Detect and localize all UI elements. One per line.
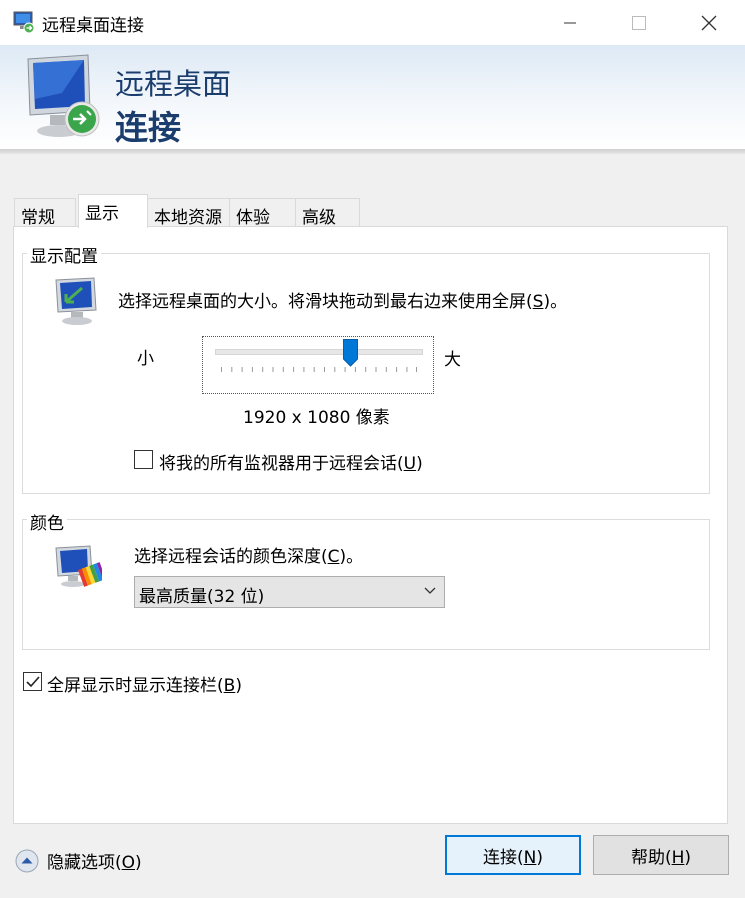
close-icon bbox=[701, 15, 717, 30]
minimize-icon bbox=[564, 22, 576, 23]
tab-label: 常规 bbox=[21, 208, 55, 228]
connection-bar-label: 全屏显示时显示连接栏(B) bbox=[47, 676, 242, 696]
color-depth-select[interactable]: 最高质量(32 位) bbox=[134, 576, 445, 608]
tab-advanced[interactable]: 高级 bbox=[295, 198, 360, 228]
tab-label: 高级 bbox=[302, 208, 336, 228]
chevron-down-icon bbox=[424, 587, 436, 594]
tab-label: 体验 bbox=[236, 208, 270, 228]
banner: 远程桌面 连接 bbox=[0, 45, 745, 149]
maximize-button bbox=[604, 0, 674, 45]
remote-desktop-icon bbox=[13, 11, 35, 34]
close-button[interactable] bbox=[674, 0, 744, 45]
connection-bar-checkbox[interactable] bbox=[23, 672, 42, 691]
banner-divider bbox=[0, 149, 745, 154]
color-depth-value: 最高质量(32 位) bbox=[139, 587, 265, 607]
help-button-label: 帮助(H) bbox=[630, 847, 692, 868]
banner-subtitle: 连接 bbox=[115, 108, 181, 147]
tab-general[interactable]: 常规 bbox=[14, 198, 76, 228]
hide-options-toggle[interactable]: 隐藏选项(O) bbox=[15, 848, 142, 873]
help-button[interactable]: 帮助(H) bbox=[593, 835, 729, 875]
tab-experience[interactable]: 体验 bbox=[229, 198, 296, 228]
resolution-readout: 1920 x 1080 像素 bbox=[243, 408, 390, 428]
tab-local-resources[interactable]: 本地资源 bbox=[147, 198, 230, 228]
color-depth-description: 选择远程会话的颜色深度(C)。 bbox=[134, 547, 364, 567]
slider-thumb[interactable] bbox=[342, 339, 358, 367]
slider-ticks bbox=[221, 367, 417, 372]
remote-desktop-monitor-icon bbox=[27, 54, 100, 137]
multi-monitor-checkbox[interactable] bbox=[134, 450, 153, 469]
tab-label: 显示 bbox=[85, 204, 119, 224]
hide-options-label: 隐藏选项(O) bbox=[47, 853, 142, 873]
window-title: 远程桌面连接 bbox=[42, 16, 144, 36]
tab-display[interactable]: 显示 bbox=[78, 194, 148, 228]
display-settings-icon bbox=[55, 277, 97, 325]
maximize-icon bbox=[632, 15, 646, 30]
display-size-slider[interactable] bbox=[202, 336, 434, 394]
connect-button-label: 连接(N) bbox=[483, 847, 543, 868]
display-size-description: 选择远程桌面的大小。将滑块拖动到最右边来使用全屏(S)。 bbox=[118, 292, 568, 312]
multi-monitor-label: 将我的所有监视器用于远程会话(U) bbox=[159, 454, 423, 474]
slider-min-label: 小 bbox=[137, 349, 154, 369]
collapse-up-icon bbox=[15, 849, 39, 872]
slider-max-label: 大 bbox=[444, 350, 461, 370]
minimize-button[interactable] bbox=[535, 0, 605, 45]
title-bar: 远程桌面连接 bbox=[0, 0, 745, 45]
connect-button[interactable]: 连接(N) bbox=[445, 835, 581, 875]
banner-title: 远程桌面 bbox=[115, 67, 232, 101]
tab-label: 本地资源 bbox=[154, 208, 222, 228]
display-config-label: 显示配置 bbox=[27, 242, 101, 267]
checkmark-icon bbox=[26, 676, 40, 688]
color-depth-icon bbox=[55, 545, 102, 587]
color-group-label: 颜色 bbox=[27, 509, 67, 534]
slider-track bbox=[215, 349, 423, 355]
